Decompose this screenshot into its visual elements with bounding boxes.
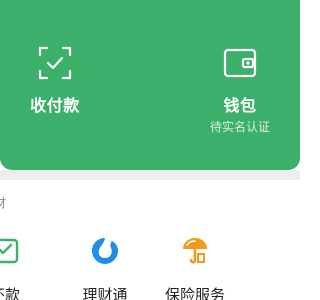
section-divider xyxy=(0,170,300,180)
finance-section: 财 还款 理财通 保险服务 xyxy=(0,180,300,300)
licaitong-icon xyxy=(92,238,118,264)
wallet-icon xyxy=(223,48,257,78)
wechat-pay-screen: 收付款 钱包 待实名认证 财 还款 xyxy=(0,0,300,300)
pay-header-panel: 收付款 钱包 待实名认证 xyxy=(0,0,300,170)
insurance-button[interactable]: 保险服务 xyxy=(150,236,240,300)
receive-payment-label: 收付款 xyxy=(30,96,80,115)
repay-label: 还款 xyxy=(0,286,20,300)
licaitong-label: 理财通 xyxy=(82,286,128,300)
wallet-status-label: 待实名认证 xyxy=(209,120,270,134)
licaitong-button[interactable]: 理财通 xyxy=(60,236,150,300)
finance-section-title: 财 xyxy=(0,196,7,210)
wallet-button[interactable]: 钱包 待实名认证 xyxy=(180,0,300,170)
receive-payment-button[interactable]: 收付款 xyxy=(0,0,115,170)
insurance-icon xyxy=(183,238,207,264)
repay-button[interactable]: 还款 xyxy=(0,236,50,300)
wallet-label: 钱包 xyxy=(223,96,257,115)
scan-check-icon xyxy=(38,46,72,80)
insurance-label: 保险服务 xyxy=(164,286,225,300)
repay-icon xyxy=(0,238,19,264)
